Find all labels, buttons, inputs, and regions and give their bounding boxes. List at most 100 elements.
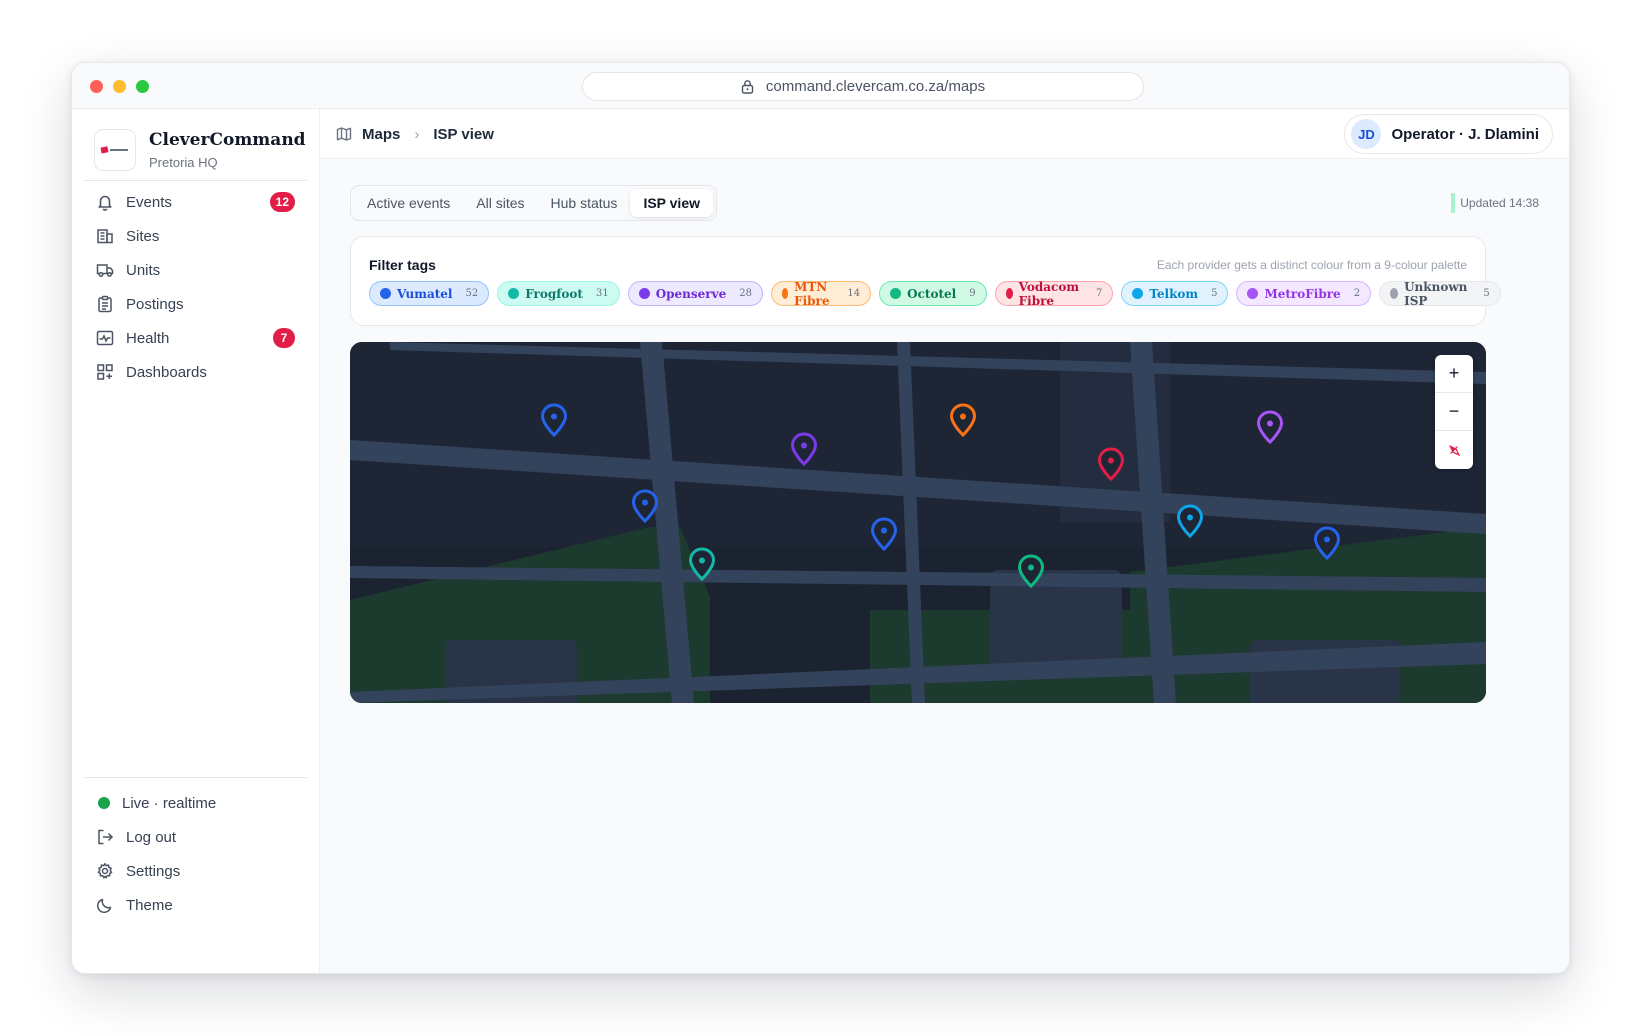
close-window-button[interactable] [90, 80, 103, 93]
filter-chip-frogfoot[interactable]: Frogfoot 31 [497, 281, 620, 306]
user-menu[interactable]: JD Operator · J. Dlamini [1344, 114, 1553, 154]
breadcrumb: Maps › ISP view [336, 109, 494, 159]
live-status-dot [98, 797, 110, 809]
sidebar-item-postings[interactable]: Postings [84, 287, 307, 321]
filter-chip-label: MetroFibre [1264, 286, 1341, 301]
reset-orientation-button[interactable] [1435, 431, 1473, 469]
filter-chip-openserve[interactable]: Openserve 28 [627, 281, 763, 306]
sidebar-item-health[interactable]: Health 7 [84, 321, 307, 355]
address-bar[interactable]: command.clevercam.co.za/maps [582, 72, 1144, 101]
map-pin-vumatel[interactable] [1313, 526, 1341, 560]
main-nav: Events 12 Sites Units Postings Health 7 [84, 185, 307, 389]
pulse-icon [96, 330, 114, 346]
map-pin-octotel[interactable] [1017, 554, 1045, 588]
filter-chip-telkom[interactable]: Telkom 5 [1121, 281, 1229, 306]
brand-logo [94, 129, 136, 171]
sidebar-item-label: Sites [126, 227, 160, 245]
logout-label: Log out [126, 828, 177, 846]
filter-chip-count: 9 [969, 288, 976, 299]
compass-icon [1449, 445, 1461, 457]
tab-hub-status[interactable]: Hub status [538, 189, 631, 217]
top-bar: Maps › ISP view JD Operator · J. Dlamini [320, 109, 1569, 159]
filter-tags-note: Each provider gets a distinct colour fro… [1156, 258, 1467, 272]
filter-chip-label: Unknown ISP [1404, 279, 1468, 308]
filter-chip-label: MTN Fibre [794, 279, 830, 308]
map-pin-openserve[interactable] [790, 432, 818, 466]
map-pin-vumatel[interactable] [631, 489, 659, 523]
filter-chip-vodacom-fibre[interactable]: Vodacom Fibre 7 [994, 279, 1114, 308]
breadcrumb-maps[interactable]: Maps [362, 126, 400, 143]
settings-button[interactable]: Settings [84, 854, 307, 888]
tab-isp-view[interactable]: ISP view [630, 189, 713, 217]
map-icon [336, 127, 352, 141]
filter-chip-color-dot [638, 288, 650, 299]
updated-label: Updated 14:38 [1460, 196, 1539, 210]
filter-chip-octotel[interactable]: Octotel 9 [879, 281, 987, 306]
filter-chip-count: 14 [847, 288, 861, 299]
live-status-label: Live · realtime [122, 794, 217, 812]
chevron-right-icon: › [414, 125, 420, 143]
building-icon [97, 229, 113, 244]
map-pin-metrofibre[interactable] [1256, 410, 1284, 444]
bell-icon [98, 195, 112, 211]
map-zoom-controls: + − [1435, 355, 1473, 469]
filter-chip-count: 2 [1353, 288, 1361, 299]
filter-chip-color-dot [508, 288, 520, 299]
main-content: Maps › ISP view JD Operator · J. Dlamini… [320, 109, 1569, 973]
filter-chip-label: Octotel [907, 286, 957, 301]
sidebar-item-sites[interactable]: Sites [84, 219, 307, 253]
grid-icon [97, 364, 113, 380]
map-pin-telkom[interactable] [1176, 504, 1204, 538]
zoom-out-button[interactable]: − [1435, 393, 1473, 431]
brand[interactable]: CleverCommand Pretoria HQ [94, 129, 306, 171]
zoom-in-button[interactable]: + [1435, 355, 1473, 393]
map-pin-frogfoot[interactable] [688, 547, 716, 581]
sidebar-item-events[interactable]: Events 12 [84, 185, 307, 219]
filter-tags-title: Filter tags [369, 257, 436, 273]
filter-chip-color-dot [890, 288, 902, 299]
sidebar-divider [84, 777, 307, 778]
map-pin-vumatel[interactable] [540, 403, 568, 437]
breadcrumb-current: ISP view [433, 125, 494, 143]
updated-timestamp: Updated 14:38 [1451, 193, 1539, 213]
health-count-badge: 7 [273, 328, 295, 348]
filter-chip-mtn-fibre[interactable]: MTN Fibre 14 [770, 279, 872, 308]
sidebar-item-dashboards[interactable]: Dashboards [84, 355, 307, 389]
filter-chip-color-dot [1132, 288, 1144, 299]
moon-icon [96, 898, 112, 914]
filter-chip-unknown-isp[interactable]: Unknown ISP 5 [1379, 279, 1501, 308]
logout-button[interactable]: Log out [84, 820, 307, 854]
updated-indicator [1451, 193, 1456, 213]
isp-map[interactable]: + − [350, 342, 1486, 703]
sidebar-item-units[interactable]: Units [84, 253, 307, 287]
map-pin-vodacom-fibre[interactable] [1097, 447, 1125, 481]
tab-active-events[interactable]: Active events [354, 189, 463, 217]
theme-toggle[interactable]: Theme [84, 888, 307, 922]
sidebar-item-label: Events [126, 193, 172, 211]
sidebar-item-label: Health [126, 329, 170, 347]
tab-all-sites[interactable]: All sites [463, 189, 537, 217]
filter-chip-list: Vumatel 52 Frogfoot 31 Openserve 28 MTN Fibre 1… [369, 279, 1509, 308]
filter-chip-vumatel[interactable]: Vumatel 52 [369, 281, 490, 306]
brand-name: CleverCommand [149, 130, 306, 150]
filter-chip-count: 7 [1095, 288, 1103, 299]
filter-chip-count: 5 [1211, 288, 1218, 299]
filter-chip-metrofibre[interactable]: MetroFibre 2 [1236, 281, 1372, 306]
sidebar-item-label: Units [126, 261, 161, 279]
sidebar-footer: Live · realtime Log out Settings Theme [84, 786, 307, 922]
maximize-window-button[interactable] [136, 80, 149, 93]
filter-chip-count: 5 [1483, 288, 1490, 299]
address-url: command.clevercam.co.za/maps [765, 78, 986, 95]
map-pin-mtn-fibre[interactable] [949, 403, 977, 437]
minimize-window-button[interactable] [113, 80, 126, 93]
sidebar-item-label: Postings [126, 295, 184, 313]
brand-subtitle: Pretoria HQ [149, 155, 218, 170]
logout-icon [98, 829, 114, 845]
map-pin-vumatel[interactable] [870, 517, 898, 551]
filter-chip-label: Vodacom Fibre [1018, 279, 1080, 308]
filter-chip-count: 31 [595, 288, 609, 299]
filter-chip-label: Telkom [1149, 286, 1199, 301]
filter-tags-panel: Filter tags Each provider gets a distinc… [350, 236, 1501, 326]
filter-chip-count: 28 [739, 288, 752, 299]
filter-chip-count: 52 [465, 288, 479, 299]
